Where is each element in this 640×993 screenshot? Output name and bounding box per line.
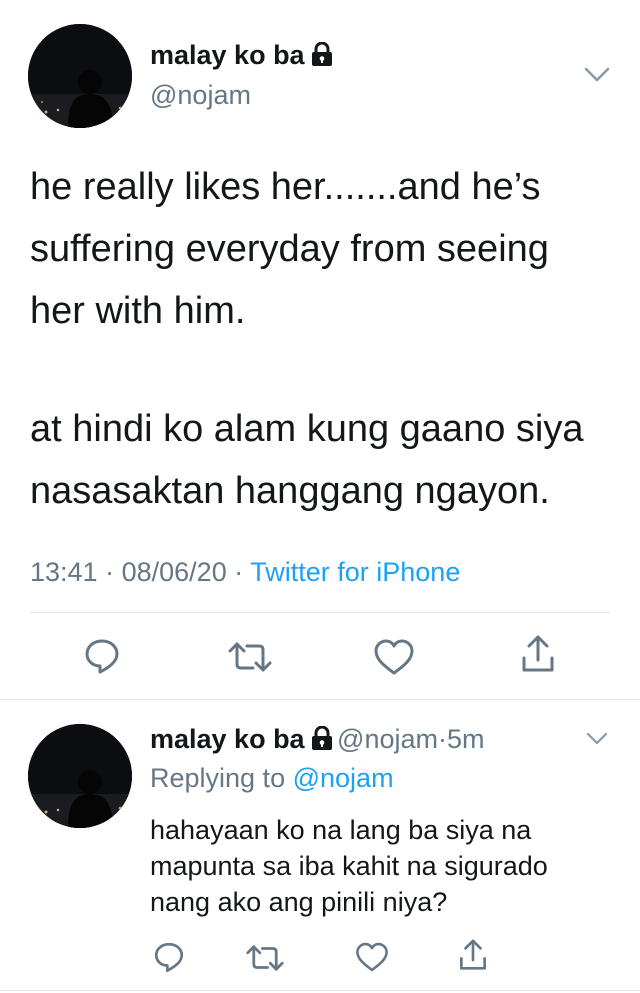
like-icon [374, 639, 414, 675]
tweet-text: he really likes her.......and he’s suffe… [30, 166, 549, 332]
reply-button[interactable] [82, 636, 122, 676]
reply-retweet-button[interactable] [246, 943, 284, 973]
reply-header: malay ko ba @nojam·5m [150, 724, 485, 755]
retweet-icon [228, 642, 272, 672]
share-icon [522, 635, 554, 672]
chevron-down-icon[interactable] [585, 731, 609, 752]
reply-handle[interactable]: @nojam [337, 724, 438, 754]
reply-avatar[interactable] [28, 724, 132, 828]
avatar[interactable] [28, 24, 132, 128]
reply-share-button[interactable] [458, 938, 488, 972]
client-link[interactable]: Twitter for iPhone [250, 557, 460, 587]
avatar-image [28, 724, 132, 828]
reply-text: hahayaan ko na lang ba siya na mapunta s… [150, 815, 548, 917]
like-button[interactable] [373, 638, 415, 676]
avatar-image [28, 24, 132, 128]
lock-icon [311, 725, 333, 755]
share-button[interactable] [520, 634, 556, 674]
bottom-divider [0, 990, 640, 991]
reply-age: 5m [446, 724, 485, 754]
reply-icon [154, 942, 184, 972]
reply-icon [85, 639, 119, 674]
reply-like-button[interactable] [355, 941, 389, 973]
meta-separator: · [234, 557, 244, 587]
replying-to-label: Replying to [150, 763, 286, 793]
retweet-button[interactable] [228, 640, 272, 674]
tweet-text-second-paragraph: at hindi ko alam kung gaano siya nasasak… [30, 408, 584, 512]
tweet-time: 13:41 [30, 557, 98, 587]
meta-separator: · [437, 724, 447, 754]
tweet-date: 08/06/20 [121, 557, 227, 587]
lock-icon [311, 41, 333, 73]
like-icon [356, 942, 388, 972]
display-name[interactable]: malay ko ba [150, 40, 305, 70]
divider [30, 612, 610, 613]
handle[interactable]: @nojam [150, 80, 251, 111]
replying-to: Replying to @nojam [150, 763, 394, 794]
share-icon [460, 939, 486, 970]
tweet-meta: 13:41 · 08/06/20 · Twitter for iPhone [30, 557, 460, 588]
chevron-down-icon[interactable] [583, 66, 611, 89]
reply-display-name[interactable]: malay ko ba [150, 724, 305, 754]
retweet-icon [246, 945, 284, 971]
replying-to-handle[interactable]: @nojam [293, 763, 394, 793]
section-divider [0, 699, 640, 700]
meta-separator: · [105, 557, 115, 587]
reply-reply-button[interactable] [152, 940, 186, 974]
